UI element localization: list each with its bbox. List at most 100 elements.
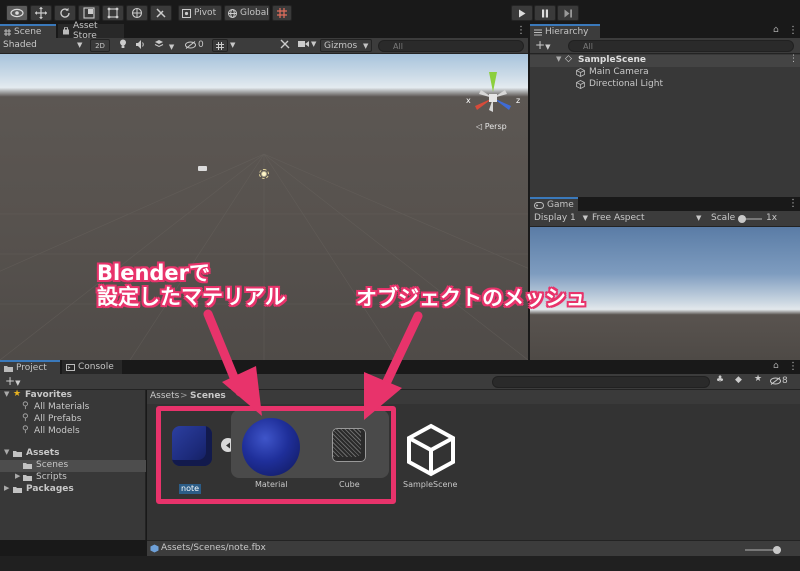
favorite-item[interactable]: ⚲ All Models [0, 425, 146, 438]
step-button[interactable] [557, 5, 579, 21]
light-gizmo-icon[interactable] [259, 169, 269, 179]
expand-arrow-icon[interactable]: ▼ [4, 390, 9, 398]
shading-mode-dropdown[interactable]: Shaded ▼ [3, 40, 85, 50]
folder-icon [23, 463, 32, 469]
folder-item-scenes[interactable]: Scenes [0, 460, 146, 472]
project-tabstrip: Project Console ⌂ ⋮ [0, 360, 800, 374]
lighting-toggle[interactable] [119, 39, 127, 52]
expand-arrow-icon[interactable]: ▼ [556, 55, 561, 63]
add-object-button[interactable]: +▼ [535, 38, 550, 52]
hidden-objects-toggle[interactable]: 0 [185, 40, 204, 50]
move-tool-button[interactable] [30, 5, 52, 21]
favorite-star-icon[interactable]: ★ [754, 374, 762, 384]
effects-dropdown[interactable]: ▼ [154, 39, 174, 52]
scale-slider-handle[interactable] [738, 215, 746, 223]
custom-tool-button[interactable] [150, 5, 172, 21]
game-tabstrip: Game ⋮ [530, 197, 800, 211]
expand-arrow-icon[interactable]: ▼ [4, 448, 9, 456]
lock-icon[interactable]: ⌂ [773, 25, 779, 35]
breadcrumb: Assets > Scenes [147, 390, 800, 404]
annotation-mesh-label: オブジェクトのメッシュ [356, 286, 587, 310]
transform-tool-button[interactable] [126, 5, 148, 21]
grid-toggle[interactable] [212, 39, 228, 52]
tools-toggle[interactable] [280, 39, 290, 52]
hierarchy-more-menu[interactable]: ⋮ [788, 25, 798, 36]
grid-icon [4, 28, 11, 36]
status-path: Assets/Scenes/note.fbx [161, 543, 266, 553]
tab-project[interactable]: Project [0, 360, 60, 374]
scene-tabstrip: Scene Asset Store ⋮ [0, 21, 528, 41]
grid-snap-button[interactable] [272, 5, 292, 21]
asset-tile-samplescene[interactable]: SampleScene [399, 416, 463, 494]
play-button[interactable] [511, 5, 533, 21]
annotation-highlight-box [156, 406, 396, 504]
hierarchy-item[interactable]: Main Camera [530, 67, 800, 79]
icon-size-slider-handle[interactable] [773, 546, 781, 554]
folder-icon [23, 475, 32, 481]
rect-tool-button[interactable] [102, 5, 124, 21]
game-toolbar: Display 1 ▼ Free Aspect ▼ Scale 1x [530, 211, 800, 227]
chevron-down-icon: ▼ [168, 43, 175, 51]
scene-search-input[interactable]: All [378, 40, 524, 52]
create-asset-button[interactable]: +▼ [5, 374, 20, 388]
assets-folder-row[interactable]: ▼ Assets [0, 448, 146, 460]
breadcrumb-assets[interactable]: Assets [150, 391, 179, 401]
scene-more-menu[interactable]: ⋮ [516, 25, 526, 36]
scale-tool-button[interactable] [78, 5, 100, 21]
packages-folder-row[interactable]: ▶ Packages [0, 484, 146, 496]
global-toggle[interactable]: Global [224, 5, 270, 21]
hierarchy-item[interactable]: Directional Light [530, 79, 800, 91]
camera-dropdown[interactable]: ▼ [298, 40, 316, 48]
project-more-menu[interactable]: ⋮ [788, 361, 798, 372]
scale-slider[interactable] [738, 215, 762, 223]
tab-scene[interactable]: Scene [0, 24, 56, 38]
tab-hierarchy[interactable]: Hierarchy [530, 24, 600, 38]
pivot-toggle[interactable]: Pivot [178, 5, 222, 21]
grid-dropdown[interactable]: ▼ [230, 40, 235, 50]
folder-item-scripts[interactable]: ▶ Scripts [0, 472, 146, 484]
scene-row-menu[interactable]: ⋮ [789, 54, 798, 64]
gizmos-dropdown[interactable]: Gizmos ▼ [320, 39, 372, 52]
expand-arrow-icon[interactable]: ▶ [4, 484, 9, 492]
hidden-packages-toggle[interactable]: 8 [770, 376, 788, 386]
camera-gizmo-icon[interactable] [198, 166, 207, 171]
display-dropdown[interactable]: Display 1 ▼ [534, 213, 588, 223]
tools-icon [156, 8, 166, 18]
2d-toggle[interactable]: 2D [90, 39, 110, 52]
hierarchy-search-input[interactable]: All [568, 40, 794, 52]
rotate-tool-button[interactable] [54, 5, 76, 21]
hierarchy-toolbar: +▼ All [530, 38, 800, 54]
tab-scene-label: Scene [14, 27, 42, 37]
pause-button[interactable] [534, 5, 556, 21]
breadcrumb-scenes[interactable]: Scenes [190, 391, 226, 401]
chevron-down-icon: ▼ [363, 42, 369, 50]
expand-arrow-icon[interactable]: ▶ [15, 472, 20, 480]
project-search-input[interactable] [492, 376, 710, 388]
scene-grid [0, 153, 528, 360]
orientation-gizmo[interactable] [463, 68, 523, 128]
filter-type-icon[interactable]: ♣ [716, 375, 724, 385]
tab-asset-store[interactable]: Asset Store [58, 21, 124, 41]
favorites-label: Favorites [25, 390, 73, 400]
chevron-down-icon: ▼ [230, 41, 236, 49]
tab-console-label: Console [78, 362, 114, 372]
scene-viewport[interactable]: x z ◁ Persp [0, 54, 528, 360]
game-more-menu[interactable]: ⋮ [788, 198, 798, 209]
tab-game[interactable]: Game [530, 197, 578, 211]
audio-toggle[interactable] [136, 40, 146, 52]
scene-search-placeholder: All [393, 42, 403, 51]
view-tool-button[interactable] [6, 5, 28, 21]
folder-item-label: Scenes [36, 460, 69, 470]
hidden-packages-count: 8 [782, 376, 788, 386]
tab-console[interactable]: Console [62, 360, 122, 374]
filter-label-icon[interactable]: ◆ [735, 375, 742, 385]
tools-icon [280, 39, 290, 49]
annotation-line: 設定したマテリアル [97, 285, 286, 309]
hierarchy-scene-row[interactable]: ▼ ◇ SampleScene ⋮ [530, 54, 800, 67]
perspective-toggle[interactable]: ◁ Persp [476, 122, 507, 131]
speaker-icon [136, 40, 144, 49]
aspect-dropdown[interactable]: Free Aspect ▼ [592, 213, 704, 223]
icon-size-slider[interactable] [745, 546, 781, 554]
grid-snap-icon [277, 8, 287, 18]
lock-icon[interactable]: ⌂ [773, 361, 779, 371]
